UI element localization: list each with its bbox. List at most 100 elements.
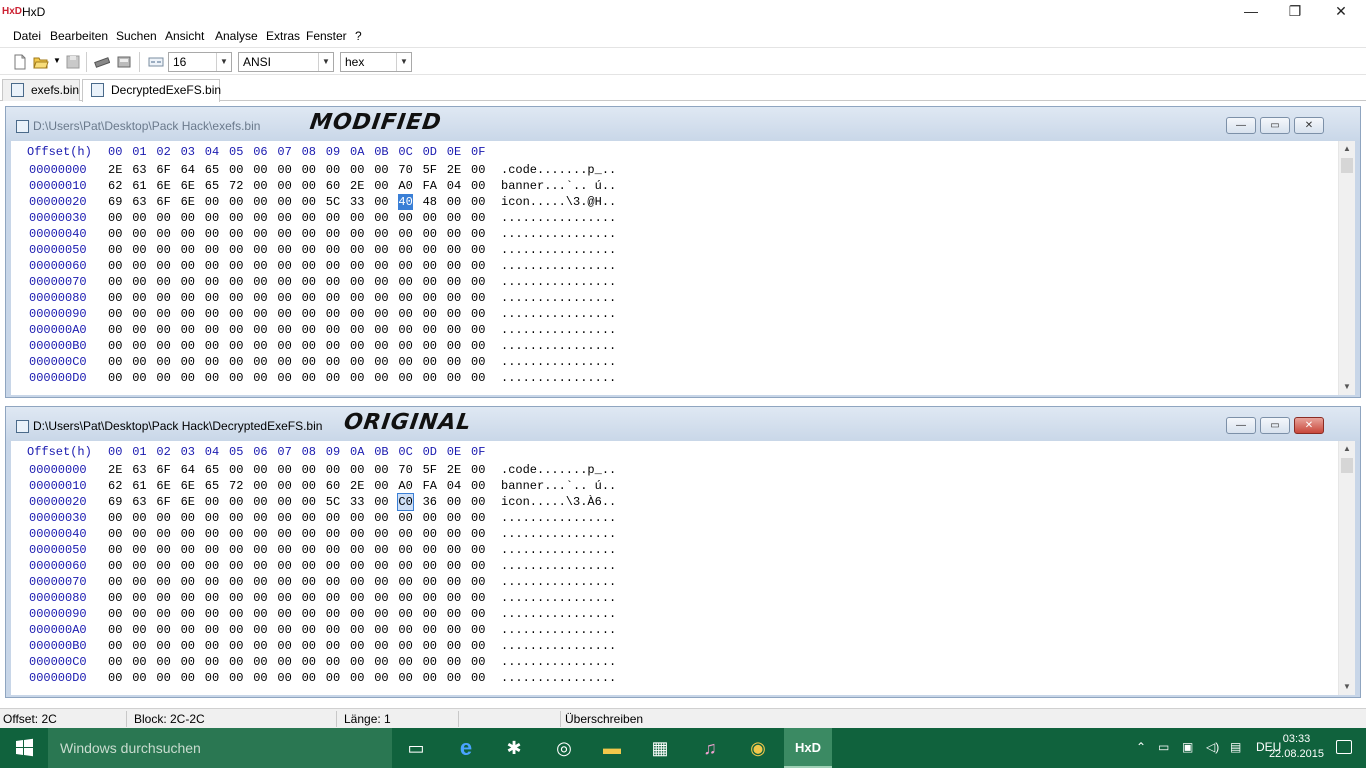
hex-byte[interactable]: 00	[350, 670, 364, 686]
hex-byte[interactable]: 00	[447, 510, 461, 526]
volume-icon[interactable]: ◁)	[1206, 740, 1219, 754]
hex-byte[interactable]: 00	[302, 370, 316, 386]
hex-byte[interactable]: 00	[447, 590, 461, 606]
hex-byte[interactable]: 00	[277, 494, 291, 510]
hex-byte[interactable]: 00	[253, 654, 267, 670]
hex-byte[interactable]: 00	[253, 510, 267, 526]
hex-byte[interactable]: 00	[229, 510, 243, 526]
hex-byte[interactable]: 64	[181, 162, 195, 178]
hex-byte[interactable]: 00	[132, 322, 146, 338]
hex-byte[interactable]: 00	[447, 210, 461, 226]
hex-byte[interactable]: 00	[253, 370, 267, 386]
hex-byte[interactable]: 00	[350, 622, 364, 638]
hex-byte[interactable]: 64	[181, 462, 195, 478]
hex-byte[interactable]: 00	[374, 178, 388, 194]
chevron-down-icon[interactable]: ▼	[396, 53, 411, 71]
hex-byte[interactable]: 00	[423, 510, 437, 526]
hex-byte[interactable]: 00	[398, 510, 412, 526]
spider-icon[interactable]: ✱	[490, 728, 538, 768]
hex-byte[interactable]: 00	[398, 542, 412, 558]
hex-byte[interactable]: 00	[374, 462, 388, 478]
hex-byte[interactable]: 00	[108, 590, 122, 606]
hex-byte[interactable]: 00	[181, 354, 195, 370]
hex-byte[interactable]: 00	[108, 542, 122, 558]
ascii-text[interactable]: ................	[501, 306, 616, 322]
hex-byte[interactable]: 00	[205, 274, 219, 290]
hex-byte[interactable]: 00	[302, 194, 316, 210]
hex-byte[interactable]: 65	[205, 162, 219, 178]
hex-byte[interactable]: 00	[447, 242, 461, 258]
hex-byte[interactable]: 00	[277, 558, 291, 574]
scroll-up-icon[interactable]: ▲	[1339, 141, 1355, 157]
hex-byte[interactable]: 00	[277, 178, 291, 194]
hex-byte[interactable]: 00	[277, 258, 291, 274]
hex-byte[interactable]: 00	[181, 322, 195, 338]
hex-byte[interactable]: 00	[302, 638, 316, 654]
scroll-down-icon[interactable]: ▼	[1339, 379, 1355, 395]
hex-byte[interactable]: 00	[350, 274, 364, 290]
hex-byte[interactable]: 00	[350, 242, 364, 258]
hex-byte[interactable]: 00	[229, 670, 243, 686]
hex-byte[interactable]: 00	[132, 606, 146, 622]
hex-byte[interactable]: 00	[447, 274, 461, 290]
hex-byte[interactable]: 00	[108, 242, 122, 258]
hex-byte[interactable]: 00	[471, 274, 485, 290]
hex-byte[interactable]: 5C	[326, 494, 340, 510]
explorer-icon[interactable]: ▬	[588, 728, 636, 768]
hex-byte[interactable]: 00	[302, 178, 316, 194]
hex-byte[interactable]: 00	[423, 258, 437, 274]
hex-byte[interactable]: 00	[156, 306, 170, 322]
hex-byte[interactable]: 00	[374, 242, 388, 258]
hex-byte[interactable]: 00	[326, 606, 340, 622]
hex-byte[interactable]: 00	[253, 306, 267, 322]
hex-byte[interactable]: 00	[156, 670, 170, 686]
hex-byte[interactable]: 00	[302, 274, 316, 290]
hex-byte[interactable]: 00	[181, 290, 195, 306]
hex-byte[interactable]: 00	[423, 242, 437, 258]
hex-byte[interactable]: 00	[350, 370, 364, 386]
hex-byte[interactable]: 6E	[181, 494, 195, 510]
menu-ansicht[interactable]: Ansicht	[165, 29, 204, 43]
hex-byte[interactable]: 00	[253, 338, 267, 354]
hex-byte[interactable]: 00	[326, 210, 340, 226]
hex-byte[interactable]: 00	[374, 274, 388, 290]
hex-byte[interactable]: 00	[156, 242, 170, 258]
hex-byte[interactable]: 00	[447, 354, 461, 370]
hex-byte[interactable]: 00	[423, 654, 437, 670]
hex-byte[interactable]: 00	[277, 510, 291, 526]
hex-byte[interactable]: 65	[205, 478, 219, 494]
hex-byte[interactable]: 00	[229, 574, 243, 590]
hex-byte[interactable]: 00	[471, 574, 485, 590]
hex-byte[interactable]: 00	[302, 654, 316, 670]
hex-byte[interactable]: 5F	[423, 162, 437, 178]
hex-byte[interactable]: 00	[205, 558, 219, 574]
hex-byte[interactable]: 40	[398, 194, 413, 210]
ascii-text[interactable]: ................	[501, 542, 616, 558]
hex-byte[interactable]: 00	[374, 638, 388, 654]
scroll-down-icon[interactable]: ▼	[1339, 679, 1355, 695]
ascii-text[interactable]: ................	[501, 290, 616, 306]
hex-byte[interactable]: 00	[350, 510, 364, 526]
hex-byte[interactable]: 00	[181, 622, 195, 638]
hex-byte[interactable]: 00	[398, 338, 412, 354]
hex-byte[interactable]: 00	[326, 542, 340, 558]
ascii-text[interactable]: ................	[501, 210, 616, 226]
hex-byte[interactable]: 00	[447, 558, 461, 574]
hex-byte[interactable]: 00	[181, 654, 195, 670]
hex-byte[interactable]: 00	[156, 574, 170, 590]
hex-byte[interactable]: 00	[108, 306, 122, 322]
hex-byte[interactable]: 04	[447, 478, 461, 494]
hex-byte[interactable]: 00	[229, 210, 243, 226]
ascii-text[interactable]: ................	[501, 590, 616, 606]
hex-byte[interactable]: 00	[374, 162, 388, 178]
tab-decryptedexefs[interactable]: DecryptedExeFS.bin	[82, 79, 221, 102]
hex-byte[interactable]: 00	[229, 290, 243, 306]
hex-byte[interactable]: 00	[253, 462, 267, 478]
hex-byte[interactable]: 00	[156, 590, 170, 606]
hex-byte[interactable]: 63	[132, 162, 146, 178]
hex-byte[interactable]: 00	[471, 354, 485, 370]
hex-byte[interactable]: 00	[108, 638, 122, 654]
hex-byte[interactable]: 00	[229, 590, 243, 606]
hex-byte[interactable]: 00	[471, 638, 485, 654]
hex-byte[interactable]: 00	[326, 526, 340, 542]
